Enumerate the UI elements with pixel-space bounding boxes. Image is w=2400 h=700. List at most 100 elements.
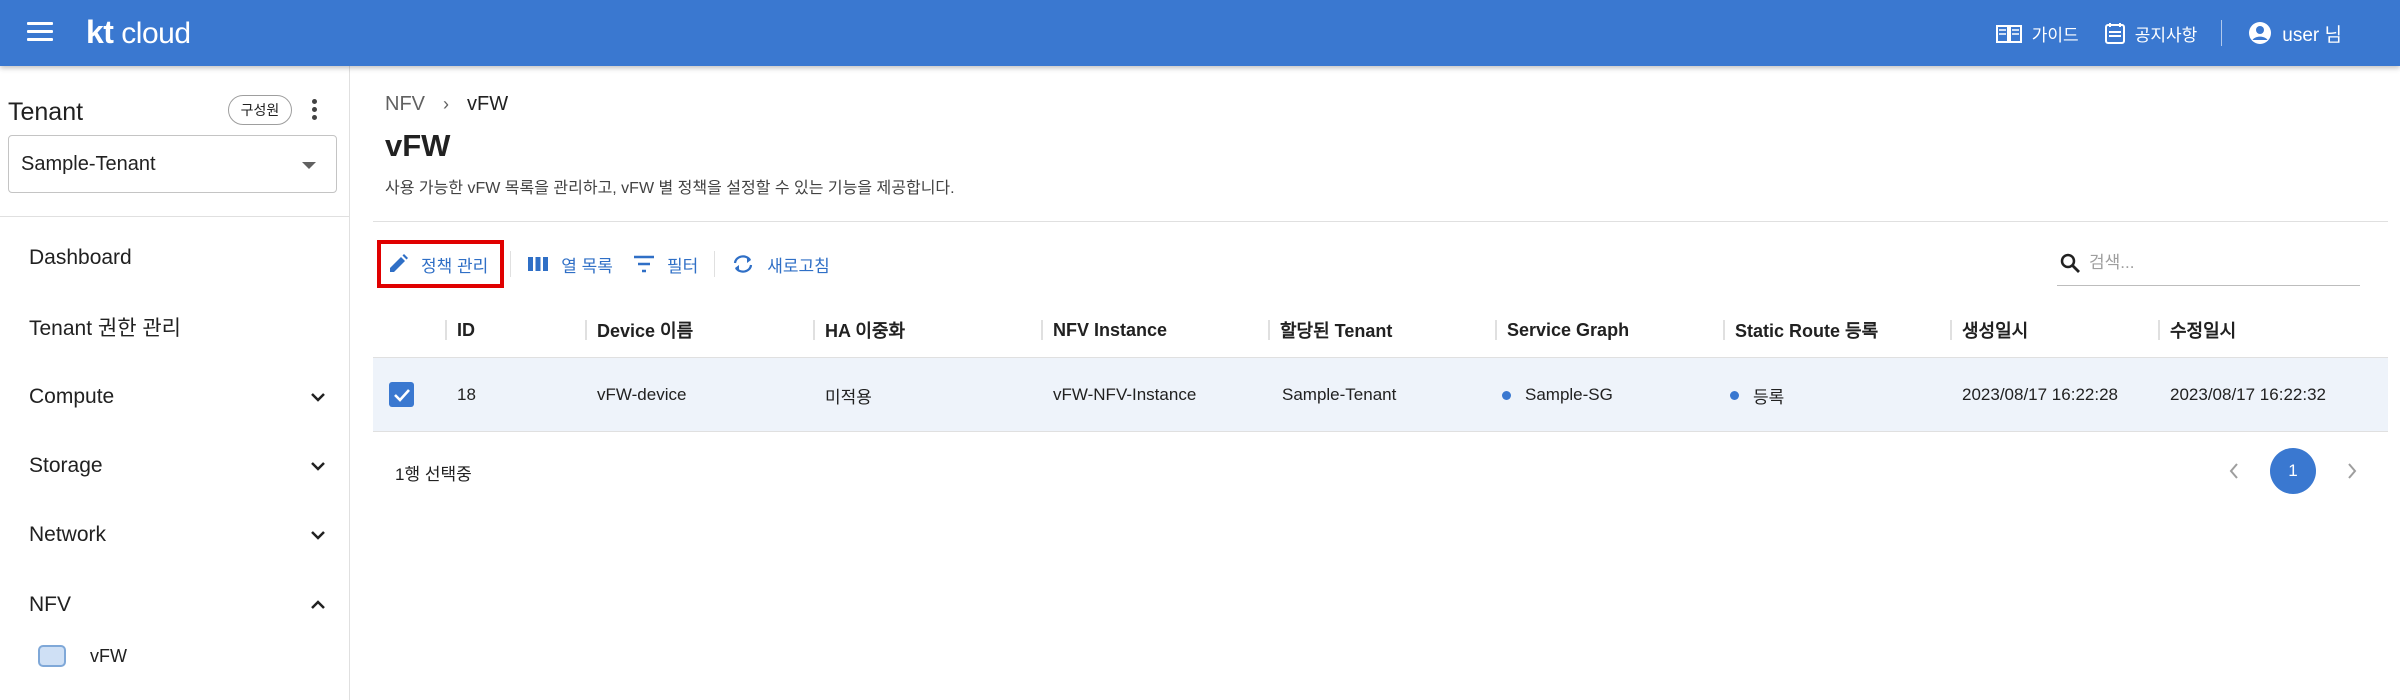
sidebar-item-network[interactable]: Network: [29, 515, 329, 555]
kt-cloud-logo[interactable]: kt cloud: [86, 14, 191, 51]
tenant-select-value: Sample-Tenant: [21, 153, 156, 175]
refresh-icon: [734, 255, 753, 273]
search-field[interactable]: [2057, 240, 2360, 286]
sidebar-item-label: Compute: [29, 385, 115, 408]
menu-icon[interactable]: [27, 22, 53, 42]
chevron-up-icon: [311, 600, 325, 609]
cell-created: 2023/08/17 16:22:28: [1962, 385, 2118, 404]
column-header-tenant[interactable]: 할당된 Tenant: [1268, 302, 1392, 358]
chevron-down-icon: [311, 531, 325, 540]
notice-link[interactable]: 공지사항: [2104, 21, 2198, 46]
prev-page-icon[interactable]: [2212, 449, 2256, 493]
sidebar-item-label: Network: [29, 523, 107, 546]
service-graph-value: Sample-SG: [1525, 385, 1613, 404]
user-menu[interactable]: user 님: [2248, 20, 2342, 47]
top-divider: [2221, 20, 2223, 46]
notice-label: 공지사항: [2134, 25, 2198, 45]
row-checkbox[interactable]: [389, 382, 414, 407]
sidebar-item-nfv[interactable]: NFV: [29, 585, 329, 625]
page-description: 사용 가능한 vFW 목록을 관리하고, vFW 별 정책을 설정할 수 있는 …: [385, 180, 955, 197]
sidebar-item-label: Storage: [29, 454, 103, 477]
policy-manage-label: 정책 관리: [421, 256, 489, 276]
chevron-down-icon: [311, 462, 325, 471]
sidebar-item-storage[interactable]: Storage: [29, 446, 329, 486]
column-header-nfv-instance[interactable]: NFV Instance: [1041, 302, 1167, 358]
column-header-static-route[interactable]: Static Route 등록: [1723, 302, 1878, 358]
column-header-service-graph[interactable]: Service Graph: [1495, 302, 1629, 358]
cell-tenant: Sample-Tenant: [1282, 385, 1397, 404]
tenant-select[interactable]: Sample-Tenant: [8, 135, 337, 193]
column-header-device-name[interactable]: Device 이름: [585, 302, 693, 358]
sidebar-divider: [0, 216, 350, 217]
selected-count: 1행 선택중: [395, 465, 472, 484]
sidebar-subitem-vfw[interactable]: vFW: [38, 645, 127, 667]
cell-modified: 2023/08/17 16:22:32: [2170, 385, 2326, 404]
breadcrumb-vfw: vFW: [467, 93, 509, 115]
sidebar-item-label: NFV: [29, 593, 71, 616]
pagination: 1: [2212, 448, 2374, 494]
sidebar: Tenant 구성원 Sample-Tenant Dashboard Tenan…: [0, 66, 350, 700]
toolbar-divider: [510, 251, 512, 277]
top-right-actions: 가이드 공지사항 user 님: [1970, 0, 2342, 66]
calendar-icon: [2104, 23, 2125, 44]
column-header-created[interactable]: 생성일시: [1950, 302, 2028, 358]
cell-static-route: 등록: [1730, 358, 1784, 432]
vfw-icon: [38, 645, 66, 667]
book-icon: [1995, 25, 2022, 43]
title-divider: [373, 221, 2388, 222]
table-toolbar: 정책 관리 열 목록 필터 새로고침: [377, 238, 840, 290]
page-number-button[interactable]: 1: [2270, 448, 2316, 494]
user-label: user 님: [2282, 24, 2342, 46]
more-vert-icon[interactable]: [310, 99, 318, 123]
dropdown-arrow-icon: [302, 162, 316, 169]
breadcrumb: NFV › vFW: [385, 93, 508, 116]
main-content: NFV › vFW vFW 사용 가능한 vFW 목록을 관리하고, vFW 별…: [351, 66, 2400, 700]
table-footer: 1행 선택중 1: [373, 434, 2388, 508]
policy-manage-button[interactable]: 정책 관리: [377, 240, 505, 288]
page-title: vFW: [385, 128, 451, 163]
column-header-ha[interactable]: HA 이중화: [813, 302, 905, 358]
search-input[interactable]: [2089, 252, 2349, 273]
refresh-button[interactable]: 새로고침: [721, 240, 840, 288]
logo-kt-text: kt: [86, 14, 114, 50]
search-icon: [2060, 253, 2080, 273]
cell-ha: 미적용: [825, 387, 872, 407]
columns-button[interactable]: 열 목록: [517, 240, 623, 288]
breadcrumb-separator-icon: ›: [443, 94, 449, 114]
toolbar-divider: [714, 251, 716, 277]
filter-button[interactable]: 필터: [623, 240, 708, 288]
column-header-modified[interactable]: 수정일시: [2158, 302, 2236, 358]
next-page-icon[interactable]: [2330, 449, 2374, 493]
pencil-icon: [390, 254, 408, 272]
breadcrumb-nfv[interactable]: NFV: [385, 93, 425, 116]
filter-list-icon: [633, 255, 654, 273]
top-app-bar: kt cloud 가이드 공지사항 user 님: [0, 0, 2400, 66]
status-dot-icon: [1730, 390, 1739, 400]
refresh-label: 새로고침: [767, 256, 830, 276]
view-column-icon: [528, 257, 549, 271]
cell-service-graph: Sample-SG: [1502, 358, 1613, 432]
sidebar-item-compute[interactable]: Compute: [29, 377, 329, 417]
filter-label: 필터: [666, 256, 699, 276]
table-row[interactable]: 18 vFW-device 미적용 vFW-NFV-Instance Sampl…: [373, 358, 2388, 432]
tenant-title: Tenant: [8, 98, 84, 126]
cell-nfv-instance: vFW-NFV-Instance: [1053, 385, 1197, 404]
sidebar-item-label: Dashboard: [29, 246, 132, 269]
sidebar-item-label: Tenant 권한 관리: [29, 317, 181, 340]
cell-id: 18: [457, 385, 476, 404]
cell-device-name: vFW-device: [597, 385, 687, 404]
member-chip[interactable]: 구성원: [228, 95, 292, 125]
sidebar-item-dashboard[interactable]: Dashboard: [29, 238, 329, 278]
sidebar-subitem-label: vFW: [90, 645, 127, 666]
static-route-value: 등록: [1753, 387, 1785, 407]
sidebar-item-tenant-permission[interactable]: Tenant 권한 관리: [29, 307, 329, 347]
logo-cloud-text: cloud: [121, 17, 191, 50]
columns-label: 열 목록: [561, 256, 613, 276]
column-header-id[interactable]: ID: [445, 302, 475, 358]
checkmark-icon: [393, 388, 410, 402]
vfw-table: ID Device 이름 HA 이중화 NFV Instance 할당된 Ten…: [373, 302, 2388, 432]
chevron-down-icon: [311, 393, 325, 402]
guide-label: 가이드: [2031, 25, 2079, 45]
status-dot-icon: [1502, 390, 1511, 400]
guide-link[interactable]: 가이드: [1995, 21, 2079, 46]
